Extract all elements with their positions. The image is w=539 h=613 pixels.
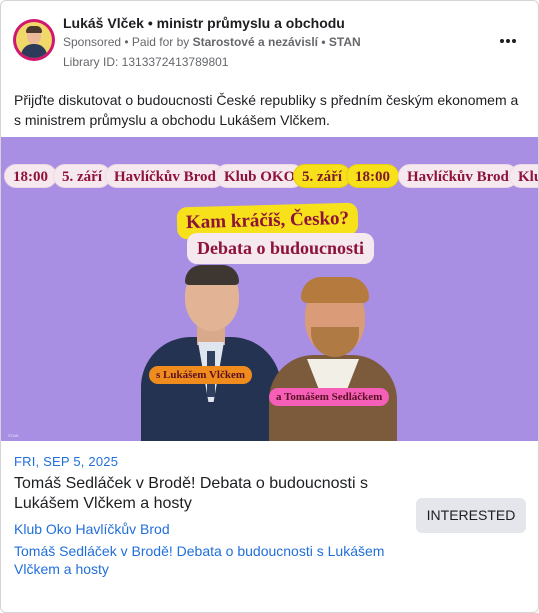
pill-date-highlight: 5. září xyxy=(293,164,351,188)
interested-button[interactable]: INTERESTED xyxy=(416,498,526,533)
person-2-hair xyxy=(301,277,369,303)
ad-body-text: Přijďte diskutovat o budoucnosti České r… xyxy=(14,92,519,128)
tag-lukas-vlcek: s Lukášem Vlčkem xyxy=(149,366,253,384)
pill-venue: Klub OKO xyxy=(215,164,305,188)
pill-time: 18:00 xyxy=(4,164,57,188)
tag-tomas-sedlacek: a Tomášem Sedláčkem xyxy=(269,388,390,406)
ad-card: Lukáš Vlček • ministr průmyslu a obchodu… xyxy=(0,0,539,613)
paid-for-prefix: • Paid for by xyxy=(121,35,193,49)
pill-city-2: Havlíčkův Brod xyxy=(398,164,518,188)
sponsored-label: Sponsored xyxy=(63,35,122,49)
creative-headline-2: Debata o budoucnosti xyxy=(187,233,375,264)
library-id: Library ID: 1313372413789801 xyxy=(63,55,229,69)
avatar-hair xyxy=(26,26,42,33)
pill-time-highlight: 18:00 xyxy=(346,164,399,188)
ad-creative-image[interactable]: 18:00 5. září Havlíčkův Brod Klub OKO 5.… xyxy=(1,137,538,441)
page-name[interactable]: Lukáš Vlček • ministr průmyslu a obchodu xyxy=(63,15,345,31)
event-date: FRI, SEP 5, 2025 xyxy=(14,454,119,469)
pill-date: 5. září xyxy=(53,164,111,188)
person-1-hair xyxy=(185,265,239,285)
pill-venue-2: Klub xyxy=(509,164,538,188)
creative-logo-text: STAN xyxy=(8,433,19,438)
event-link[interactable]: Tomáš Sedláček v Brodě! Debata o budoucn… xyxy=(14,542,410,578)
person-2-beard xyxy=(311,327,359,357)
sponsored-line: Sponsored • Paid for by Starostové a nez… xyxy=(63,35,361,49)
event-venue-link[interactable]: Klub Oko Havlíčkův Brod xyxy=(14,521,170,537)
paid-for-by[interactable]: Starostové a nezávislí • STAN xyxy=(193,35,361,49)
event-title: Tomáš Sedláček v Brodě! Debata o budoucn… xyxy=(14,475,368,512)
avatar-image xyxy=(16,22,52,58)
more-horizontal-icon[interactable] xyxy=(495,31,521,51)
avatar-suit xyxy=(21,44,47,58)
pill-city: Havlíčkův Brod xyxy=(105,164,225,188)
page-avatar[interactable] xyxy=(13,19,55,61)
ad-header: Lukáš Vlček • ministr průmyslu a obchodu… xyxy=(1,1,538,81)
